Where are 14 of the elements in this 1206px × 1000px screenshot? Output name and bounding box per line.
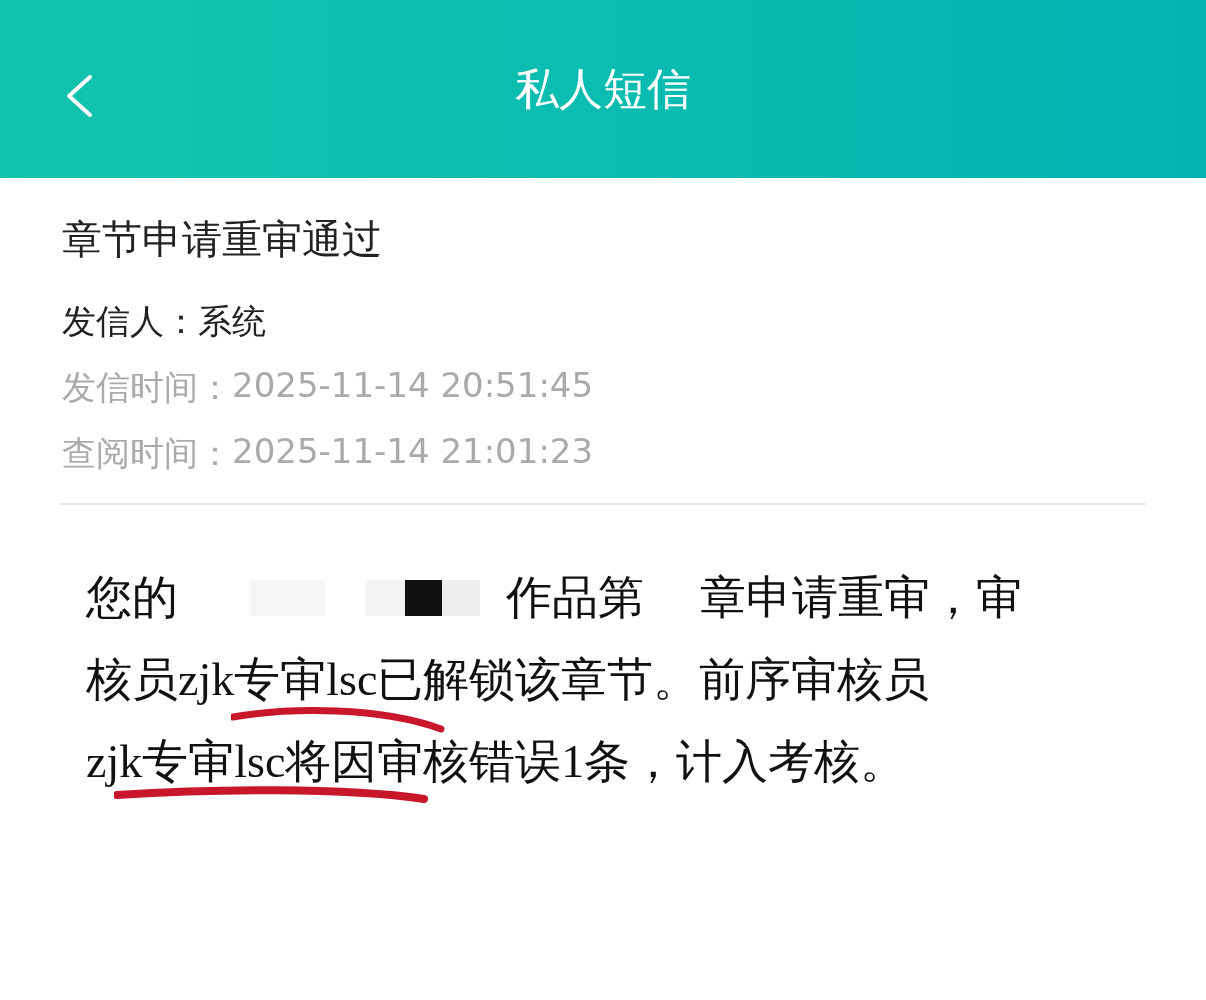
sent-time: 2025-11-14 20:51:45 xyxy=(232,365,594,407)
message-subject: 章节申请重审通过 xyxy=(62,215,383,264)
sent-time-label: 发信时间： xyxy=(62,366,232,409)
message-text: 核员zjk专审lsc已解锁该章节。前序审核员 xyxy=(86,653,930,707)
back-icon[interactable] xyxy=(64,74,94,118)
message-text: 章申请重审，审 xyxy=(700,571,1022,625)
read-time-label: 查阅时间： xyxy=(62,432,232,475)
message-text: zjk专审lsc将因审核错误1条，计入考核。 xyxy=(86,735,907,789)
sender-name: 系统 xyxy=(198,300,266,343)
read-time: 2025-11-14 21:01:23 xyxy=(232,431,594,473)
message-text: 您的 xyxy=(86,571,178,625)
message-text: 作品第 xyxy=(506,571,644,625)
page-title: 私人短信 xyxy=(515,61,691,116)
sender-label: 发信人： xyxy=(62,300,198,343)
